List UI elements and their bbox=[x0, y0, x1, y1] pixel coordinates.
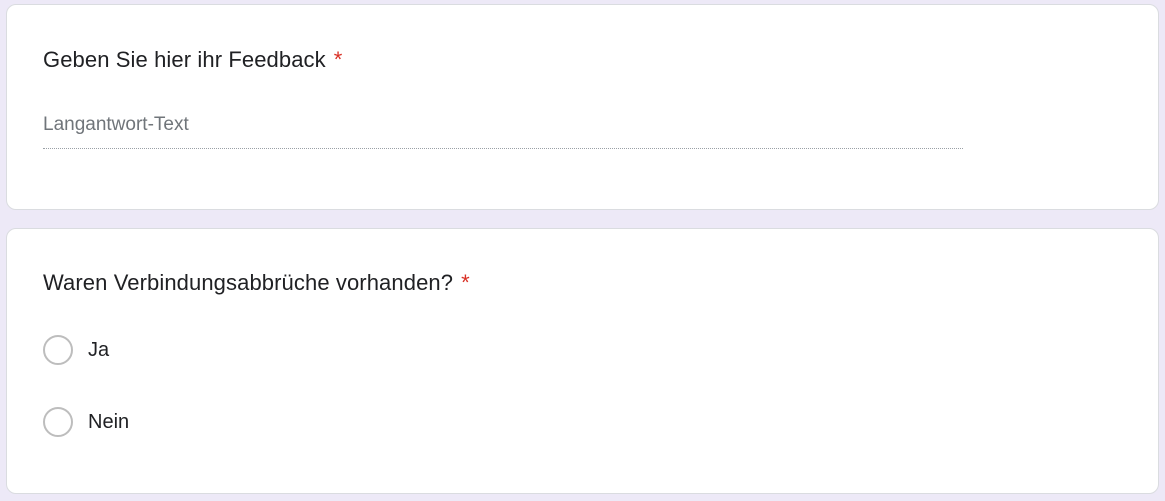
connection-drops-question-card: Waren Verbindungsabbrüche vorhanden? * Ja… bbox=[6, 228, 1159, 494]
long-answer-field[interactable]: Langantwort-Text bbox=[43, 105, 963, 149]
long-answer-placeholder: Langantwort-Text bbox=[43, 114, 189, 135]
question-title: Waren Verbindungsabbrüche vorhanden? * bbox=[43, 270, 470, 296]
required-asterisk: * bbox=[333, 47, 343, 72]
radio-option-ja[interactable]: Ja bbox=[43, 334, 109, 366]
question-title-text: Waren Verbindungsabbrüche vorhanden? bbox=[43, 270, 454, 295]
feedback-question-card: Geben Sie hier ihr Feedback * Langantwort… bbox=[6, 4, 1159, 210]
radio-button-icon[interactable] bbox=[43, 335, 73, 365]
radio-button-icon[interactable] bbox=[43, 407, 73, 437]
radio-label[interactable]: Ja bbox=[88, 339, 109, 362]
radio-option-nein[interactable]: Nein bbox=[43, 406, 129, 438]
question-title-text: Geben Sie hier ihr Feedback bbox=[43, 47, 326, 72]
required-asterisk: * bbox=[461, 270, 470, 295]
radio-label[interactable]: Nein bbox=[88, 411, 129, 434]
question-title: Geben Sie hier ihr Feedback * bbox=[43, 47, 342, 73]
